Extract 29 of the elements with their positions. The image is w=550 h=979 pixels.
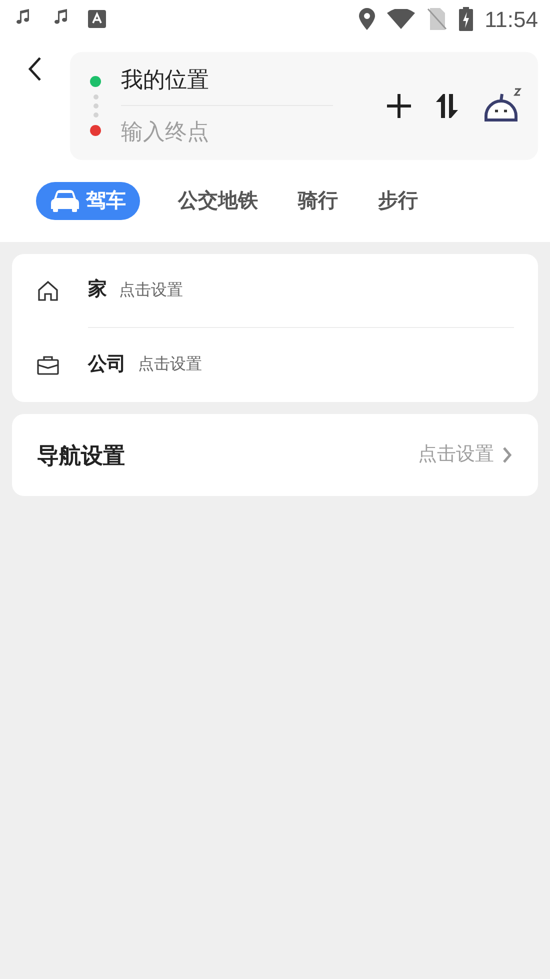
briefcase-icon bbox=[36, 353, 60, 377]
chevron-right-icon bbox=[502, 446, 512, 464]
origin-field[interactable]: 我的位置 bbox=[121, 54, 333, 106]
add-stop-button[interactable] bbox=[386, 93, 412, 119]
swap-arrows-icon bbox=[434, 93, 460, 119]
battery-charging-icon bbox=[458, 7, 473, 31]
car-icon bbox=[50, 189, 80, 213]
travel-mode-tab[interactable]: 公交地铁 bbox=[178, 182, 258, 220]
travel-mode-tab[interactable]: 骑行 bbox=[298, 182, 338, 220]
wifi-icon bbox=[386, 9, 415, 29]
status-time: 11:54 bbox=[484, 6, 538, 34]
keyboard-letter-icon bbox=[88, 10, 106, 28]
navigation-settings-action: 点击设置 bbox=[418, 442, 494, 467]
house-icon bbox=[36, 279, 60, 303]
place-name: 公司 bbox=[88, 352, 126, 377]
plus-icon bbox=[386, 93, 412, 119]
location-pin-icon bbox=[358, 8, 375, 30]
navigation-settings-row[interactable]: 导航设置 点击设置 bbox=[12, 414, 538, 496]
place-action: 点击设置 bbox=[138, 354, 202, 375]
travel-mode-tab[interactable]: 驾车 bbox=[36, 182, 140, 220]
place-name: 家 bbox=[88, 278, 107, 302]
place-row[interactable]: 家 点击设置 bbox=[12, 254, 538, 328]
place-action: 点击设置 bbox=[119, 280, 183, 300]
place-row[interactable]: 公司 点击设置 bbox=[12, 328, 538, 402]
travel-mode-tab[interactable]: 步行 bbox=[378, 182, 418, 220]
swap-button[interactable] bbox=[434, 93, 460, 119]
destination-field[interactable]: 输入终点 bbox=[121, 106, 333, 158]
navigation-settings-title: 导航设置 bbox=[37, 442, 125, 470]
no-sim-icon bbox=[426, 8, 447, 30]
